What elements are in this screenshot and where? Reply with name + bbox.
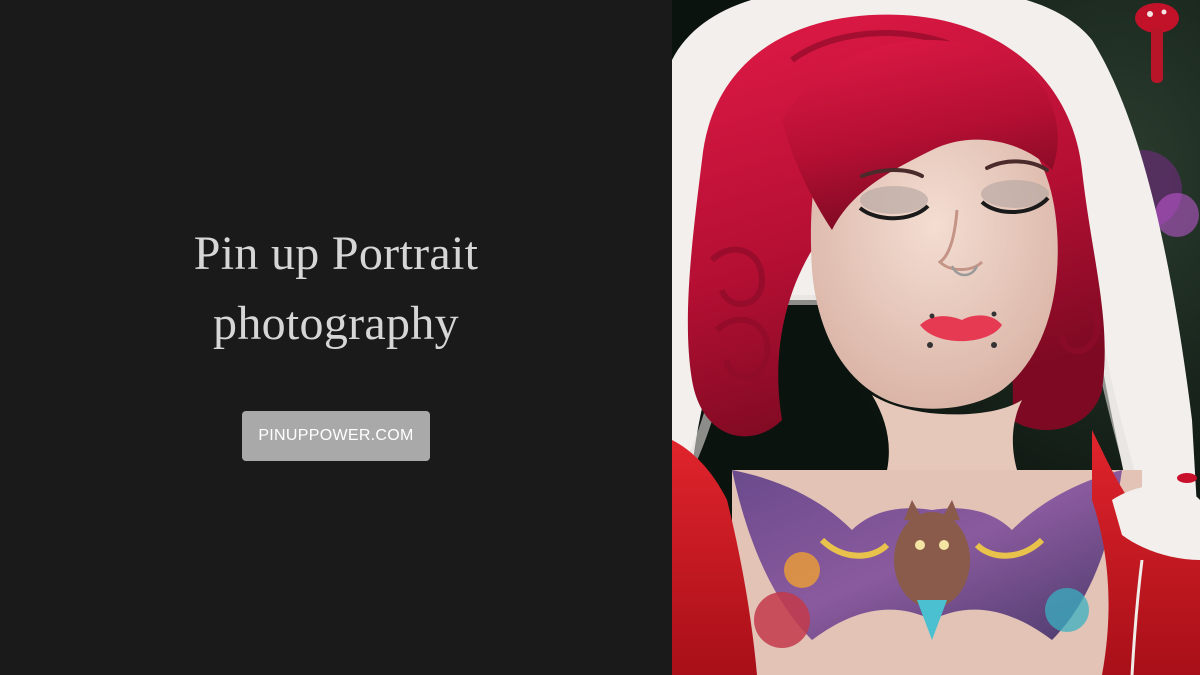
ornament-glow-2 xyxy=(1155,193,1199,237)
slide: Pin up Portrait photography PINUPPOWER.C… xyxy=(0,0,1200,675)
portrait-photo xyxy=(672,0,1200,675)
left-eye xyxy=(858,186,930,221)
title-line-1: Pin up Portrait xyxy=(193,226,479,280)
website-link-button[interactable]: PINUPPOWER.COM xyxy=(242,410,430,461)
lip-piercing-left xyxy=(927,342,933,348)
right-eye xyxy=(980,180,1050,215)
text-panel: Pin up Portrait photography PINUPPOWER.C… xyxy=(0,0,672,675)
title-line-2: photography xyxy=(213,296,459,350)
lip-piercing-right xyxy=(991,342,997,348)
page-title: Pin up Portrait photography xyxy=(194,219,479,359)
portrait-illustration xyxy=(672,0,1200,675)
fingernail xyxy=(1177,473,1197,483)
